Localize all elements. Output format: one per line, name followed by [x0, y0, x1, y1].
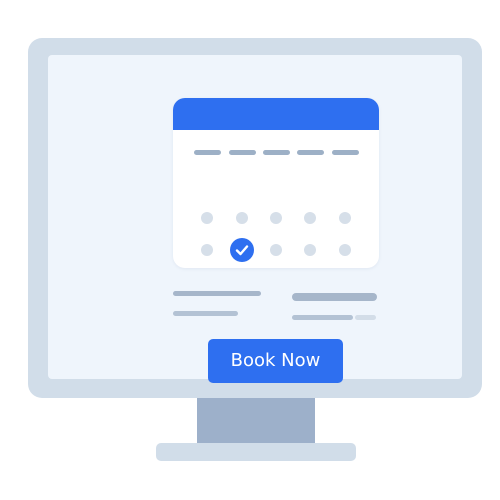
calendar-day-selected[interactable]	[230, 238, 254, 262]
weekday-placeholder	[229, 150, 256, 155]
weekday-placeholder	[263, 150, 290, 155]
weekday-placeholder	[194, 150, 221, 155]
calendar-day[interactable]	[270, 244, 282, 256]
monitor-frame: Book Now	[28, 38, 482, 398]
weekday-placeholder	[332, 150, 359, 155]
detail-line	[292, 293, 377, 301]
weekday-placeholder	[297, 150, 324, 155]
calendar-day[interactable]	[201, 212, 213, 224]
calendar-day[interactable]	[270, 212, 282, 224]
monitor-screen: Book Now	[48, 55, 462, 383]
detail-line	[292, 315, 353, 320]
check-icon	[235, 245, 249, 256]
calendar-day[interactable]	[236, 212, 248, 224]
detail-line	[173, 291, 261, 296]
calendar-card	[173, 98, 379, 268]
detail-line	[173, 311, 238, 316]
detail-line	[355, 315, 376, 320]
calendar-day[interactable]	[304, 244, 316, 256]
monitor-stand-base	[156, 443, 356, 461]
calendar-day[interactable]	[339, 244, 351, 256]
calendar-header	[173, 98, 379, 130]
monitor-stand-neck	[197, 398, 315, 443]
book-now-button[interactable]: Book Now	[208, 339, 343, 383]
calendar-day[interactable]	[304, 212, 316, 224]
illustration: Book Now	[0, 0, 500, 500]
calendar-day[interactable]	[339, 212, 351, 224]
calendar-day[interactable]	[201, 244, 213, 256]
